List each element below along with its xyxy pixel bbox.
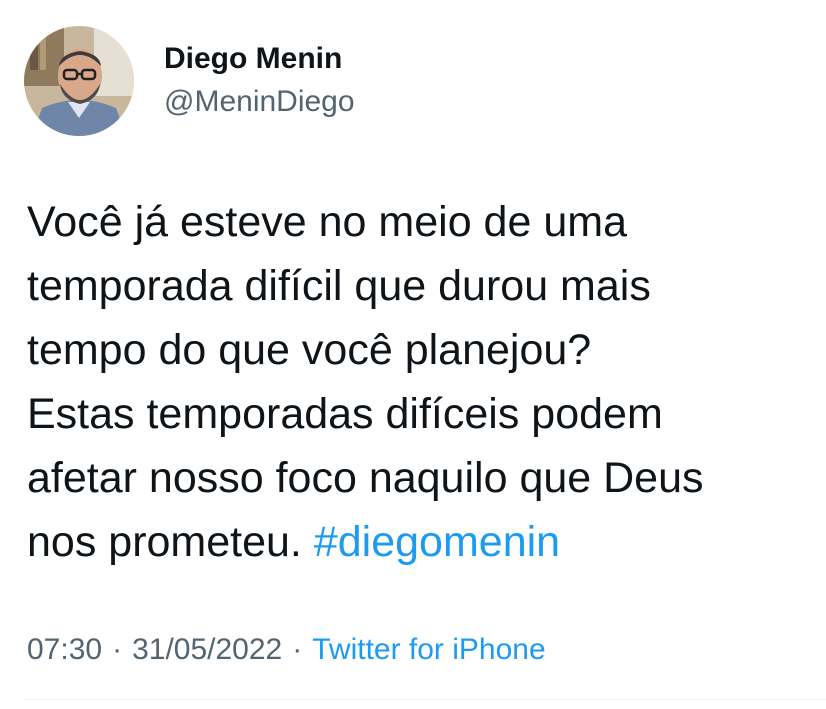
author-handle[interactable]: @MeninDiego: [164, 82, 355, 122]
tweet-text-line: Você já esteve no meio de uma: [27, 198, 627, 246]
author-names: Diego Menin @MeninDiego: [164, 40, 355, 122]
tweet-text-line-content: nos prometeu.: [27, 518, 302, 566]
tweet-text-line: temporada difícil que durou mais: [27, 262, 651, 310]
tweet-time[interactable]: 07:30: [27, 633, 102, 666]
meta-separator: ·: [292, 633, 303, 666]
hashtag-link[interactable]: #diegomenin: [314, 518, 560, 566]
tweet-date[interactable]: 31/05/2022: [132, 633, 282, 666]
tweet-text-line: afetar nosso foco naquilo que Deus: [27, 454, 704, 502]
tweet-source-link[interactable]: Twitter for iPhone: [312, 633, 545, 666]
tweet-text: Você já esteve no meio de uma temporada …: [27, 190, 812, 574]
tweet-text-last-line: nos prometeu. #diegomenin: [27, 510, 812, 574]
author-display-name[interactable]: Diego Menin: [164, 40, 355, 78]
tweet-header: Diego Menin @MeninDiego: [24, 20, 355, 142]
tweet-text-line: tempo do que você planejou?: [27, 326, 592, 374]
tweet: Diego Menin @MeninDiego Você já esteve n…: [0, 0, 826, 709]
tweet-meta: 07:30 · 31/05/2022 · Twitter for iPhone: [27, 630, 546, 670]
meta-separator: ·: [112, 633, 123, 666]
avatar-image: [24, 26, 134, 136]
avatar[interactable]: [24, 26, 134, 136]
divider: [24, 699, 826, 700]
tweet-text-line: Estas temporadas difíceis podem: [27, 390, 663, 438]
